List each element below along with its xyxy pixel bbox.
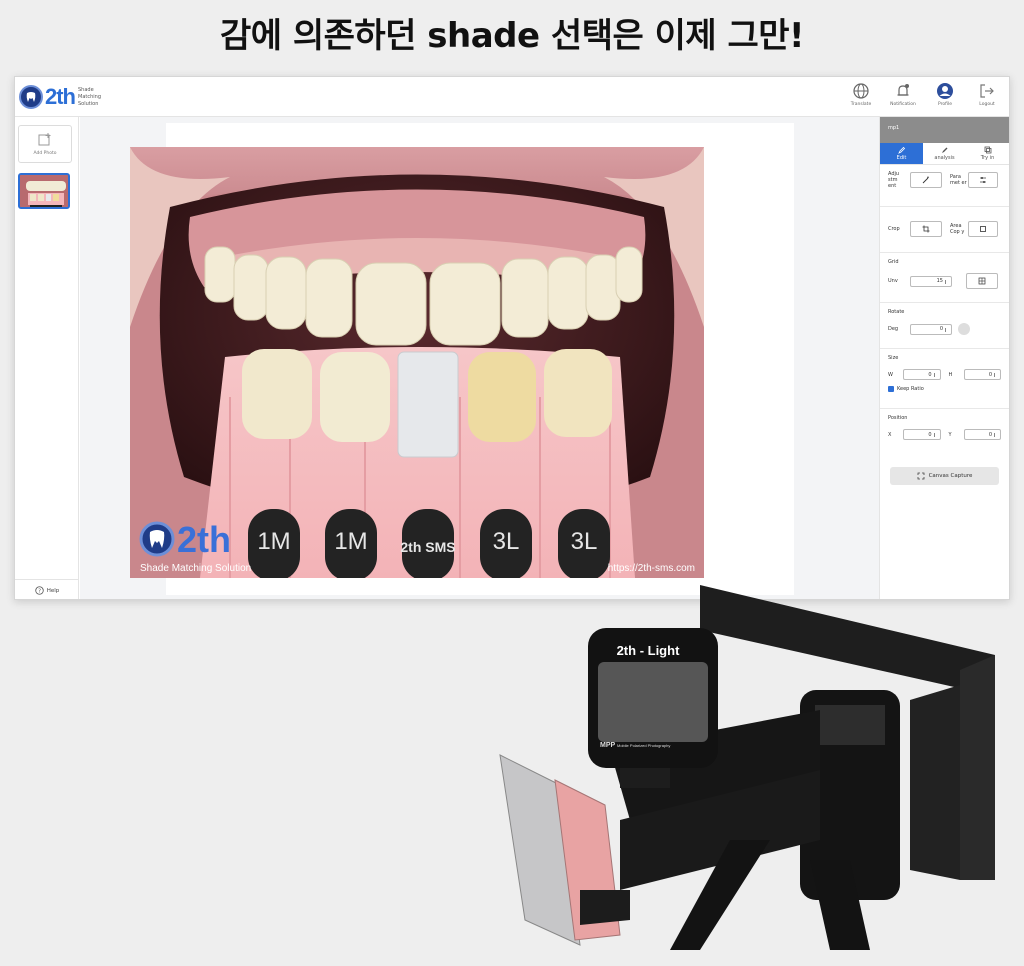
size-section: Size W 0 H 0 Keep Ratio bbox=[880, 349, 1009, 409]
square-icon bbox=[980, 226, 986, 232]
size-h-input[interactable]: 0 bbox=[963, 369, 1001, 380]
magic-wand-icon bbox=[922, 176, 929, 184]
logout-button[interactable]: Logout bbox=[971, 82, 1003, 107]
panel-tabs: Edit analysis Try in bbox=[880, 143, 1009, 165]
shade-tab-5: 3L bbox=[571, 528, 598, 555]
notification-button[interactable]: Notification bbox=[887, 82, 919, 107]
globe-icon bbox=[853, 83, 869, 99]
size-w-input[interactable]: 0 bbox=[903, 369, 941, 380]
logo-text: 2th bbox=[45, 84, 76, 109]
app-logo[interactable]: 2th Shade Matching Solution bbox=[19, 83, 101, 111]
mpp-label: MPP Mobile Polarized Photography bbox=[600, 742, 671, 749]
tab-analysis[interactable]: analysis bbox=[923, 143, 966, 164]
edit-icon bbox=[897, 146, 905, 154]
size-h-label: H bbox=[948, 371, 953, 378]
position-x-input[interactable]: 0 bbox=[903, 429, 941, 440]
watermark-logo-text: 2th bbox=[177, 519, 231, 560]
grid-title: Grid bbox=[888, 259, 899, 265]
keep-ratio-label: Keep Ratio bbox=[897, 386, 924, 392]
help-button[interactable]: ? Help bbox=[15, 579, 79, 599]
layers-icon bbox=[984, 146, 991, 154]
crop-icon bbox=[922, 225, 930, 233]
canvas-capture-button[interactable]: Canvas Capture bbox=[890, 467, 999, 485]
pen-icon bbox=[941, 147, 947, 153]
grid-toggle-button[interactable] bbox=[966, 273, 998, 289]
logout-icon bbox=[980, 84, 994, 98]
headline: 감에 의존하던 shade 선택은 이제 그만! bbox=[219, 16, 805, 56]
area-copy-button[interactable] bbox=[968, 221, 998, 237]
grid-section: Grid Unv 15 bbox=[880, 253, 1009, 303]
app-window: 2th Shade Matching Solution Translate No… bbox=[14, 76, 1010, 600]
light-label: 2th - Light bbox=[616, 643, 680, 658]
size-w-label: W bbox=[888, 371, 893, 378]
photo-thumbnail[interactable] bbox=[18, 173, 70, 209]
rotate-value-input[interactable]: 0 bbox=[910, 323, 952, 335]
crop-button[interactable] bbox=[910, 221, 942, 237]
translate-button[interactable]: Translate bbox=[845, 82, 877, 107]
adjustment-section: Adju stm ent Para met er bbox=[880, 165, 1009, 207]
parameter-label: Para met er bbox=[950, 174, 967, 186]
dental-photo[interactable]: 1M 1M 2th SMS 3L 3L 2th Shade Matching S… bbox=[130, 147, 704, 578]
adjustment-label: Adju stm ent bbox=[888, 171, 900, 189]
area-copy-label: Area Cop y bbox=[950, 223, 965, 235]
shade-tab-4: 3L bbox=[493, 528, 520, 555]
crop-section: Crop Area Cop y bbox=[880, 207, 1009, 253]
add-photo-button[interactable]: Add Photo bbox=[18, 125, 72, 163]
shade-tab-2: 1M bbox=[334, 528, 367, 555]
help-icon: ? bbox=[35, 586, 44, 595]
left-sidebar: Add Photo ? Help bbox=[15, 117, 79, 599]
panel-header: mp1 bbox=[880, 117, 1009, 143]
shade-tab-1: 1M bbox=[257, 528, 290, 555]
crop-label: Crop bbox=[888, 226, 900, 232]
keep-ratio-checkbox[interactable] bbox=[888, 386, 894, 392]
device-photo: 2th - Light MPP Mobile Polarized Photogr… bbox=[490, 580, 1000, 960]
top-actions: Translate Notification Profile Logout bbox=[845, 82, 1003, 107]
sliders-icon bbox=[980, 177, 986, 183]
top-bar: 2th Shade Matching Solution Translate No… bbox=[15, 77, 1009, 117]
grid-unit-label: Unv bbox=[888, 278, 898, 284]
bell-icon bbox=[897, 84, 909, 96]
size-title: Size bbox=[888, 355, 899, 361]
profile-button[interactable]: Profile bbox=[929, 82, 961, 107]
watermark-url: https://2th-sms.com bbox=[608, 563, 695, 574]
watermark-subtitle: Shade Matching Solution bbox=[140, 563, 251, 574]
position-y-input[interactable]: 0 bbox=[963, 429, 1001, 440]
add-image-icon bbox=[38, 133, 51, 146]
position-title: Position bbox=[888, 415, 908, 421]
rotate-button[interactable] bbox=[958, 323, 970, 335]
rotate-section: Rotate Deg 0 bbox=[880, 303, 1009, 349]
rotate-title: Rotate bbox=[888, 309, 905, 315]
position-section: Position X 0 Y 0 bbox=[880, 409, 1009, 453]
position-y-label: Y bbox=[948, 431, 952, 438]
rotate-deg-label: Deg bbox=[888, 326, 899, 332]
right-panel: mp1 Edit analysis Try in Adju stm ent Pa… bbox=[879, 117, 1009, 599]
capture-icon bbox=[917, 472, 924, 480]
grid-icon bbox=[978, 277, 986, 285]
user-icon bbox=[937, 83, 953, 99]
adjustment-button[interactable] bbox=[910, 172, 942, 188]
parameter-button[interactable] bbox=[968, 172, 998, 188]
tab-edit[interactable]: Edit bbox=[880, 143, 923, 164]
logo-subtitle: Shade Matching Solution bbox=[78, 86, 101, 107]
grid-value-input[interactable]: 15 bbox=[910, 275, 952, 287]
shade-tab-3: 2th SMS bbox=[400, 539, 455, 555]
svg-text:?: ? bbox=[38, 589, 41, 595]
tab-try-in[interactable]: Try in bbox=[966, 143, 1009, 164]
tooth-logo-icon bbox=[19, 85, 43, 109]
position-x-label: X bbox=[888, 431, 892, 438]
